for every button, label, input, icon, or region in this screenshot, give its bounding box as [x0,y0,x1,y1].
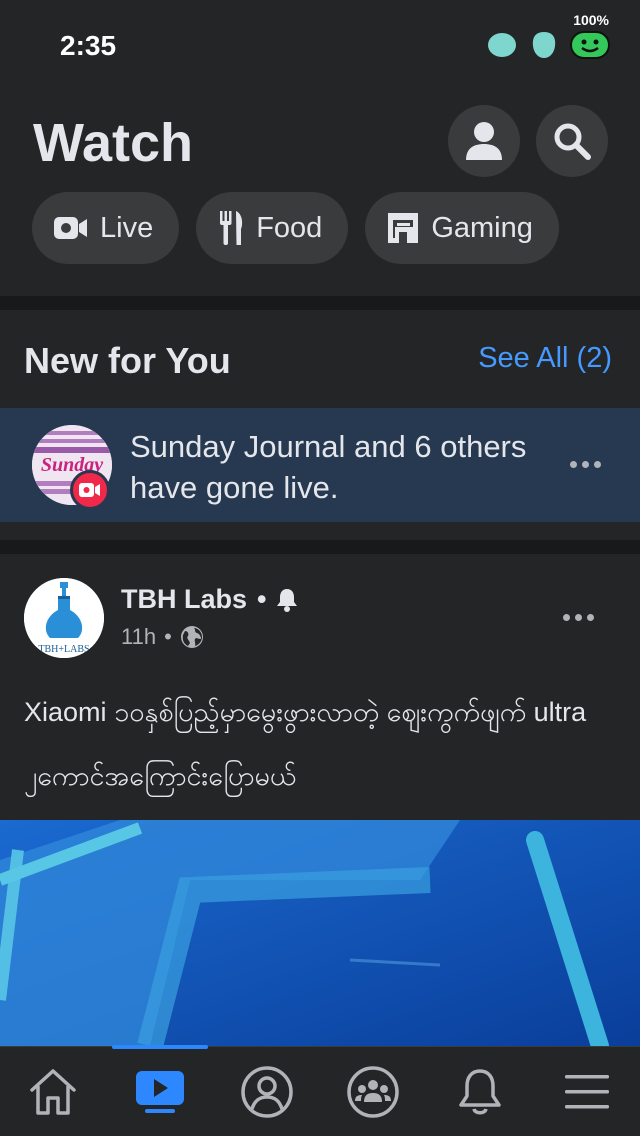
groups-icon [347,1066,400,1118]
page-title: Watch [33,113,193,173]
notifications-icon [459,1069,501,1115]
search-button[interactable] [536,105,608,177]
svg-text:TBH+LABS: TBH+LABS [38,644,89,655]
live-video-icon [54,217,87,239]
chip-label: Food [256,211,323,244]
notification-more-button[interactable] [570,461,601,468]
nav-watch[interactable] [107,1047,214,1136]
notification-cyan-icon [486,30,518,60]
home-icon [30,1069,77,1115]
see-all-link[interactable]: See All (2) [478,342,612,375]
bottom-navigation [0,1045,640,1136]
live-badge-icon [70,470,110,510]
more-dot [582,461,589,468]
nav-groups[interactable] [320,1047,427,1136]
chip-gaming[interactable]: Gaming [365,192,559,264]
chip-label: Live [100,211,154,244]
more-dot [575,614,582,621]
menu-icon [564,1075,609,1109]
post-avatar[interactable]: TBH+LABS [24,578,104,658]
globe-icon [180,626,203,648]
nav-notifications[interactable] [427,1047,534,1136]
post-author[interactable]: TBH Labs [121,584,247,615]
gaming-icon [388,213,419,243]
status-icons [486,30,610,60]
notification-green-face-icon [570,30,610,60]
chip-live[interactable]: Live [32,192,180,264]
bell-icon[interactable] [276,588,298,612]
post-time: 11h [121,624,157,649]
food-utensils-icon [220,211,243,245]
nav-menu[interactable] [533,1047,640,1136]
post-more-button[interactable] [563,614,594,621]
more-dot [570,461,577,468]
separator-dot: • [164,624,172,649]
watch-icon [135,1071,184,1113]
status-time: 2:35 [60,30,117,61]
chip-food[interactable]: Food [196,192,349,264]
profile-button[interactable] [448,105,520,177]
post-meta: 11h • [121,624,204,650]
post-text: Xiaomi ၁၀နှစ်ပြည့်မှာမွေးဖွားလာတဲ့ ဈေးကွ… [24,697,587,791]
live-notification[interactable]: Sunday Sunday Journal and 6 others have … [0,408,640,522]
post-author-row: TBH Labs • [121,584,298,615]
profile-icon [240,1066,293,1118]
status-bar: 2:35 100% [0,0,640,88]
video-post: TBH+LABS TBH Labs • 11h • Xiaomi ၁၀နှစ်ပ… [0,554,640,820]
more-dot [587,614,594,621]
section-title: New for You [24,340,231,381]
profile-icon [466,122,502,160]
category-chips: Live Food Gaming [32,192,559,264]
new-for-you-section: New for You See All (2) Sunday Sunday Jo… [0,310,640,540]
more-dot [563,614,570,621]
chip-label: Gaming [431,211,533,244]
nav-profile[interactable] [213,1047,320,1136]
separator-dot: • [257,584,267,614]
video-thumbnail[interactable] [0,820,640,1046]
notification-text: Sunday Journal and 6 others have gone li… [130,429,527,505]
section-divider [0,540,640,554]
battery-percentage: 100% [573,12,609,28]
nav-home[interactable] [0,1047,107,1136]
section-divider [0,296,640,310]
watch-header: Watch Live Food Gaming [0,88,640,296]
notification-teal-icon [528,30,560,60]
search-icon [554,123,591,160]
more-dot [594,461,601,468]
